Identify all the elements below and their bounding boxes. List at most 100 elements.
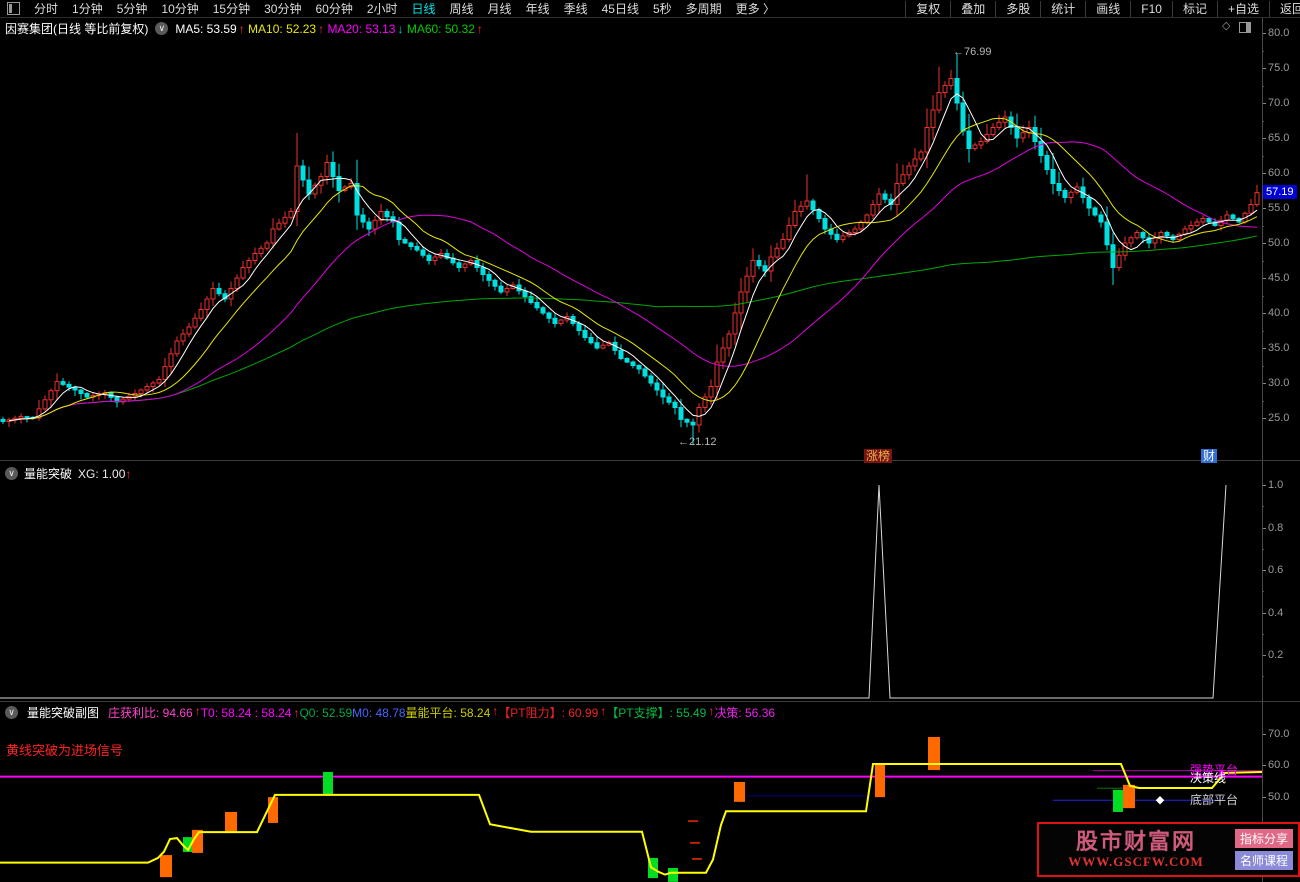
toolbar-period-5分钟[interactable]: 5分钟	[110, 2, 155, 16]
main-axis-label: 25.0	[1268, 412, 1290, 424]
float-badge-涨榜[interactable]: 涨榜	[864, 449, 893, 463]
toolbar-action-+自选[interactable]: +自选	[1216, 0, 1269, 17]
panel-divider-1[interactable]	[0, 460, 1300, 461]
sub-stat-item: T0: 58.24 : 58.24 ↑	[200, 706, 300, 720]
xg-indicator-panel: ∨ 量能突破 XG: 1.00↑	[0, 461, 1300, 701]
toolbar-period-季线[interactable]: 季线	[557, 2, 595, 16]
price-annotation: ←21.12	[678, 436, 717, 448]
watermark-badge-2: 名师课程	[1234, 851, 1293, 870]
sub-panel-header: ∨ 量能突破副图 庄获利比: 94.66 ↑ T0: 58.24 : 58.24 ↑ Q…	[5, 704, 775, 721]
toolbar-period-60分钟[interactable]: 60分钟	[308, 2, 359, 16]
toolbar-periods: 分时 1分钟 5分钟 10分钟 15分钟 30分钟 60分钟 2小时 日线 周线 月线 年线 季线 45日…	[27, 0, 782, 18]
toolbar-period-2小时[interactable]: 2小时	[360, 2, 405, 16]
ma-legend-item: MA20: 53.13 ↓	[327, 21, 404, 36]
main-axis-label: 55.0	[1268, 202, 1290, 214]
toolbar-period-1分钟[interactable]: 1分钟	[65, 2, 110, 16]
sub-panel-title: 量能突破副图	[27, 706, 100, 720]
sub-stat-item: 庄获利比: 94.66 ↑	[108, 704, 201, 720]
chart-title-row: 因赛集团(日线 等比前复权) ∨ MA5: 53.59 ↑ MA10: 52.23…	[5, 20, 483, 37]
candlestick-chart[interactable]	[0, 18, 1262, 460]
watermark-url: WWW.GSCFW.COM	[1068, 853, 1204, 869]
ma-legend-row: MA5: 53.59 ↑ MA10: 52.23 ↑ MA20: 53.13 ↓ MA…	[175, 22, 483, 36]
xg-axis-label: 1.0	[1268, 479, 1284, 491]
main-axis-label: 50.0	[1268, 237, 1290, 249]
toolbar-action-复权[interactable]: 复权	[905, 0, 950, 17]
toolbar-period-分时[interactable]: 分时	[27, 2, 65, 16]
sub-stat-item: 【PT支撑】: 55.49 ↑	[606, 704, 715, 720]
main-axis-label: 75.0	[1268, 62, 1290, 74]
collapse-chevron-icon[interactable]: ∨	[5, 467, 18, 480]
toolbar-period-周线[interactable]: 周线	[443, 2, 481, 16]
sub-stat-item: Q0: 52.59	[299, 706, 353, 720]
collapse-chevron-icon[interactable]: ∨	[155, 22, 169, 35]
split-window-icon[interactable]	[1239, 22, 1251, 33]
ma-legend-item: MA5: 53.59 ↑	[175, 21, 245, 36]
right-axis-line	[1262, 18, 1263, 882]
signal-note: 黄线突破为进场信号	[6, 743, 124, 758]
xg-signal-chart[interactable]	[0, 461, 1262, 701]
up-arrow-icon: ↑	[238, 21, 245, 36]
xg-axis-label: 0.4	[1268, 606, 1284, 619]
watermark-title: 股市财富网	[1075, 828, 1196, 854]
xg-panel-header: ∨ 量能突破 XG: 1.00↑	[5, 465, 131, 482]
main-axis-label: 60.0	[1268, 167, 1290, 179]
toolbar-action-多股[interactable]: 多股	[995, 0, 1040, 17]
toolbar-period-日线[interactable]: 日线	[405, 2, 443, 16]
main-axis-label: 30.0	[1268, 377, 1290, 389]
xg-label: XG: 1.00↑	[78, 466, 132, 481]
sub-axis-label: 50.0	[1268, 790, 1290, 803]
sub-axis-label: 70.0	[1268, 727, 1290, 740]
toolbar-period-10分钟[interactable]: 10分钟	[154, 2, 205, 16]
watermark-badge-1: 指标分享	[1234, 829, 1293, 848]
toolbar-period-年线[interactable]: 年线	[519, 2, 557, 16]
sub-stats-row: 庄获利比: 94.66 ↑ T0: 58.24 : 58.24 ↑ Q0: 52.59 M…	[108, 704, 775, 721]
xg-axis-label: 0.8	[1268, 521, 1284, 534]
main-axis-label: 35.0	[1268, 342, 1290, 354]
toolbar-period-15分钟[interactable]: 15分钟	[206, 2, 257, 16]
toolbar-period-更多 〉[interactable]: 更多 〉	[729, 2, 782, 16]
current-price-tag: 57.19	[1263, 185, 1297, 199]
panel-divider-2[interactable]	[0, 701, 1300, 702]
sub-axis-label: 60.0	[1268, 759, 1290, 771]
toolbar-action-统计[interactable]: 统计	[1040, 0, 1085, 17]
watermark-box: 股市财富网 WWW.GSCFW.COM 指标分享 名师课程	[1037, 822, 1300, 877]
sub-stat-item: 【PT阻力】: 60.99 ↑	[498, 704, 607, 720]
toolbar-period-多周期[interactable]: 多周期	[679, 2, 729, 16]
main-chart-panel: 因赛集团(日线 等比前复权) ∨ MA5: 53.59 ↑ MA10: 52.23…	[0, 18, 1300, 460]
sub-stat-item: 决策: 56.36	[714, 706, 776, 720]
toolbar-period-45日线[interactable]: 45日线	[595, 2, 646, 16]
main-axis-label: 45.0	[1268, 272, 1290, 284]
collapse-chevron-icon[interactable]: ∨	[5, 706, 18, 719]
toolbar-action-返回[interactable]: 返回	[1268, 0, 1300, 17]
toolbar-period-5秒[interactable]: 5秒	[646, 2, 679, 16]
watermark-text: 股市财富网 WWW.GSCFW.COM	[1044, 828, 1228, 870]
watermark-badges: 指标分享 名师课程	[1234, 826, 1293, 873]
toolbar-period-30分钟[interactable]: 30分钟	[257, 2, 308, 16]
float-badge-财[interactable]: 财	[1201, 449, 1218, 463]
main-axis-label: 80.0	[1268, 27, 1290, 39]
toolbar-right-group: 复权 叠加 多股 统计 画线 F10 标记 +自选 返回	[905, 0, 1300, 17]
toolbar-action-标记[interactable]: 标记	[1171, 0, 1217, 17]
down-arrow-icon: ↓	[397, 21, 404, 36]
price-annotation: ←76.99	[953, 46, 992, 58]
toolbar-action-画线[interactable]: 画线	[1085, 0, 1130, 17]
xg-axis-label: 0.2	[1268, 649, 1284, 662]
ma-legend-item: MA10: 52.23 ↑	[248, 21, 325, 36]
main-axis-label: 40.0	[1268, 307, 1290, 319]
page-title: 因赛集团(日线 等比前复权)	[5, 22, 149, 36]
window-layout-icon[interactable]	[7, 2, 20, 15]
top-toolbar: 分时 1分钟 5分钟 10分钟 15分钟 30分钟 60分钟 2小时 日线 周线 月线 年线 季线 45日…	[0, 0, 1300, 18]
xg-panel-title: 量能突破	[24, 467, 73, 481]
up-arrow-icon: ↑	[125, 466, 132, 481]
main-axis-label: 70.0	[1268, 97, 1290, 109]
toolbar-period-月线[interactable]: 月线	[481, 2, 519, 16]
main-axis-label: 65.0	[1268, 132, 1290, 144]
sub-stat-item: 量能平台: 58.24 ↑	[405, 704, 499, 720]
sub-stat-item: M0: 48.78	[352, 706, 406, 720]
toolbar-action-叠加[interactable]: 叠加	[950, 0, 995, 17]
sub-line-label: 底部平台	[1190, 793, 1239, 808]
toolbar-action-F10[interactable]: F10	[1130, 0, 1172, 17]
up-arrow-icon: ↑	[318, 21, 325, 36]
sub-line-label: 决策线	[1190, 770, 1227, 785]
diamond-icon[interactable]: ◇	[1222, 19, 1230, 32]
